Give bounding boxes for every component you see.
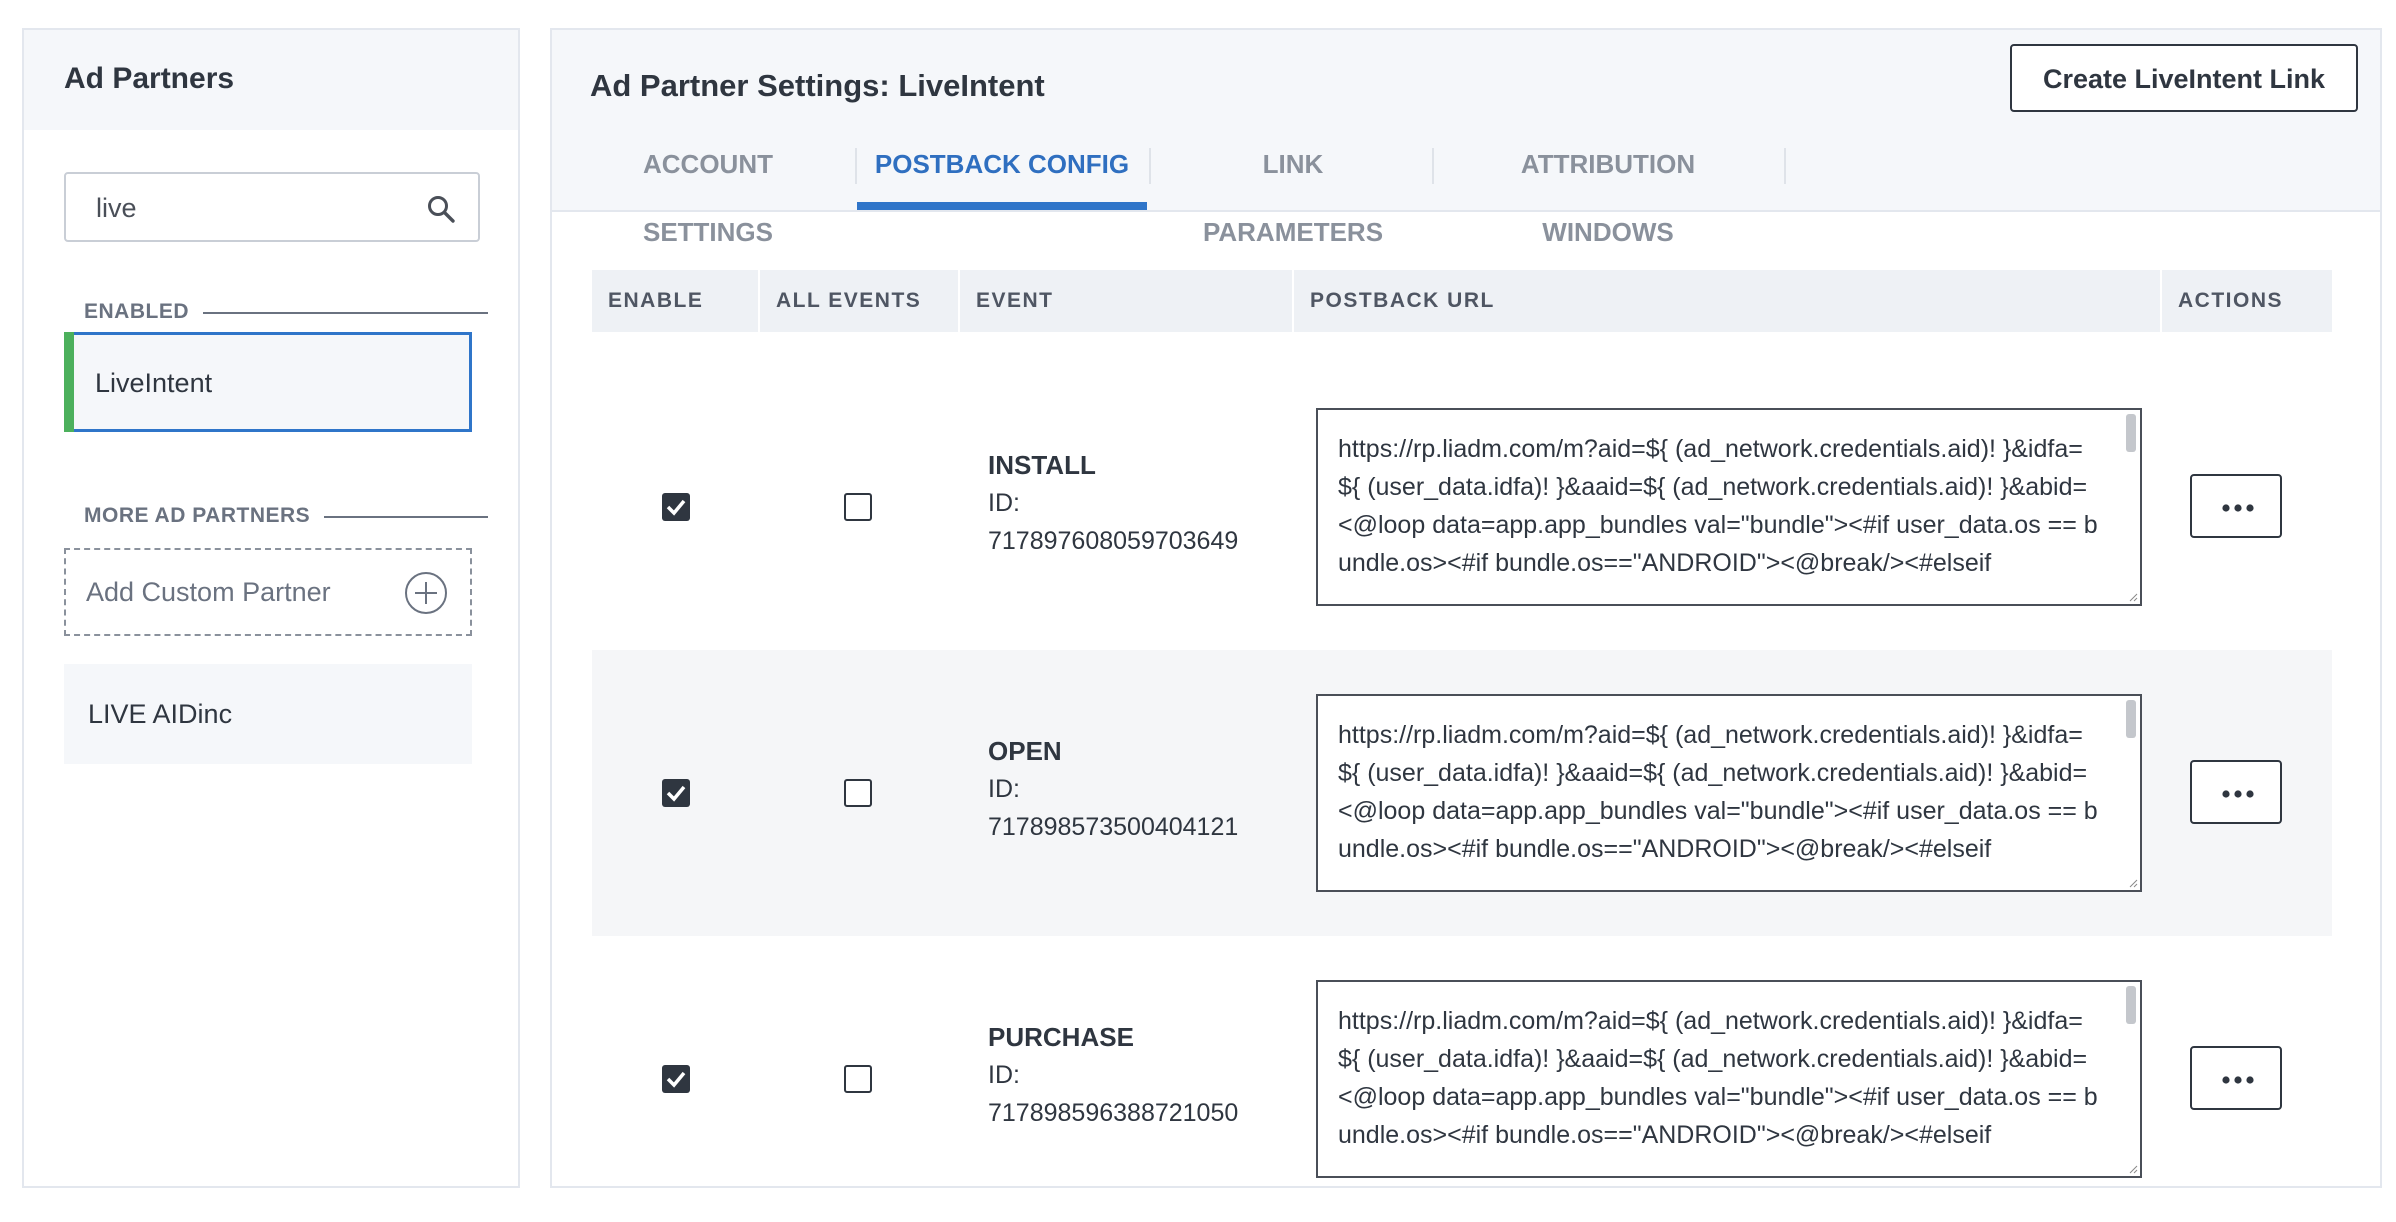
plus-circle-icon xyxy=(405,572,447,614)
all-events-checkbox[interactable] xyxy=(844,493,872,521)
create-link-button[interactable]: Create LiveIntent Link xyxy=(2010,44,2358,112)
postback-url-field[interactable]: https://rp.liadm.com/m?aid=${ (ad_networ… xyxy=(1316,408,2142,606)
postback-url-text: https://rp.liadm.com/m?aid=${ (ad_networ… xyxy=(1338,435,2098,577)
partner-search-input[interactable] xyxy=(68,176,438,240)
event-id: 717898573500404121 xyxy=(988,813,1239,841)
postback-url-text: https://rp.liadm.com/m?aid=${ (ad_networ… xyxy=(1338,721,2098,863)
table-row-install: INSTALL ID: 717897608059703649 https://r… xyxy=(592,364,2332,650)
event-name: INSTALL xyxy=(988,450,1096,480)
enable-checkbox[interactable] xyxy=(662,779,690,807)
header-all-events: ALL EVENTS xyxy=(776,289,922,312)
page-title: Ad Partner Settings: LiveIntent xyxy=(590,68,1045,103)
postback-url-field[interactable]: https://rp.liadm.com/m?aid=${ (ad_networ… xyxy=(1316,694,2142,892)
event-id-label: ID: xyxy=(988,775,1020,803)
resize-handle-icon[interactable] xyxy=(2128,1164,2138,1174)
all-events-checkbox[interactable] xyxy=(844,1065,872,1093)
check-icon xyxy=(666,499,686,516)
all-events-checkbox[interactable] xyxy=(844,779,872,807)
event-id: 717898596388721050 xyxy=(988,1099,1239,1127)
header-actions: ACTIONS xyxy=(2178,289,2283,312)
resize-handle-icon[interactable] xyxy=(2128,878,2138,888)
row-actions-button[interactable] xyxy=(2190,760,2282,824)
header-enable: ENABLE xyxy=(608,289,704,312)
partner-item-label: LIVE AIDinc xyxy=(88,699,233,729)
tab-divider xyxy=(1784,148,1786,184)
postback-url-field[interactable]: https://rp.liadm.com/m?aid=${ (ad_networ… xyxy=(1316,980,2142,1178)
more-partners-section-label: MORE AD PARTNERS xyxy=(84,504,325,528)
check-icon xyxy=(666,785,686,802)
ellipsis-icon xyxy=(2222,504,2254,512)
add-custom-partner-button[interactable]: Add Custom Partner xyxy=(64,548,472,636)
table-row-open: OPEN ID: 717898573500404121 https://rp.l… xyxy=(592,650,2332,936)
add-custom-partner-label: Add Custom Partner xyxy=(86,577,331,607)
enable-checkbox[interactable] xyxy=(662,493,690,521)
event-id-label: ID: xyxy=(988,489,1020,517)
search-icon[interactable] xyxy=(426,194,456,224)
tab-divider xyxy=(1432,148,1434,184)
scrollbar[interactable] xyxy=(2126,700,2136,738)
tab-divider xyxy=(1149,148,1151,184)
tab-attribution-windows[interactable]: ATTRIBUTION WINDOWS xyxy=(1460,130,1756,247)
settings-header: Ad Partner Settings: LiveIntent Create L… xyxy=(552,30,2380,247)
partner-search-box[interactable] xyxy=(64,172,480,242)
tab-account-settings[interactable]: ACCOUNT SETTINGS xyxy=(580,130,836,247)
row-actions-button[interactable] xyxy=(2190,1046,2282,1110)
tab-postback-config[interactable]: POSTBACK CONFIG xyxy=(857,130,1147,210)
tab-link-parameters[interactable]: LINK PARAMETERS xyxy=(1172,130,1414,247)
resize-handle-icon[interactable] xyxy=(2128,592,2138,602)
partner-item-label: LiveIntent xyxy=(95,368,213,398)
event-id-label: ID: xyxy=(988,1061,1020,1089)
tab-label: POSTBACK CONFIG xyxy=(874,149,1130,179)
scrollbar[interactable] xyxy=(2126,414,2136,452)
header-event: EVENT xyxy=(976,289,1054,312)
partner-item-live-aidinc[interactable]: LIVE AIDinc xyxy=(64,664,472,764)
check-icon xyxy=(666,1071,686,1088)
partner-settings-panel: Ad Partner Settings: LiveIntent Create L… xyxy=(550,28,2382,1188)
event-name: PURCHASE xyxy=(988,1022,1134,1052)
event-name: OPEN xyxy=(988,736,1062,766)
row-actions-button[interactable] xyxy=(2190,474,2282,538)
ad-partners-title: Ad Partners xyxy=(24,30,518,130)
header-postback-url: POSTBACK URL xyxy=(1310,289,1495,312)
enabled-indicator xyxy=(64,332,74,432)
table-row-purchase: PURCHASE ID: 717898596388721050 https://… xyxy=(592,936,2332,1222)
active-tab-indicator xyxy=(857,202,1147,210)
ad-partners-panel: Ad Partners ENABLED LiveIntent MORE AD P… xyxy=(22,28,520,1188)
partner-item-liveintent[interactable]: LiveIntent xyxy=(64,332,472,432)
postback-table-header: ENABLE ALL EVENTS EVENT POSTBACK URL ACT… xyxy=(592,270,2332,332)
enabled-section-label: ENABLED xyxy=(84,300,204,324)
enable-checkbox[interactable] xyxy=(662,1065,690,1093)
event-id: 717897608059703649 xyxy=(988,527,1239,555)
ellipsis-icon xyxy=(2222,1076,2254,1084)
ellipsis-icon xyxy=(2222,790,2254,798)
scrollbar[interactable] xyxy=(2126,986,2136,1024)
postback-url-text: https://rp.liadm.com/m?aid=${ (ad_networ… xyxy=(1338,1007,2098,1149)
